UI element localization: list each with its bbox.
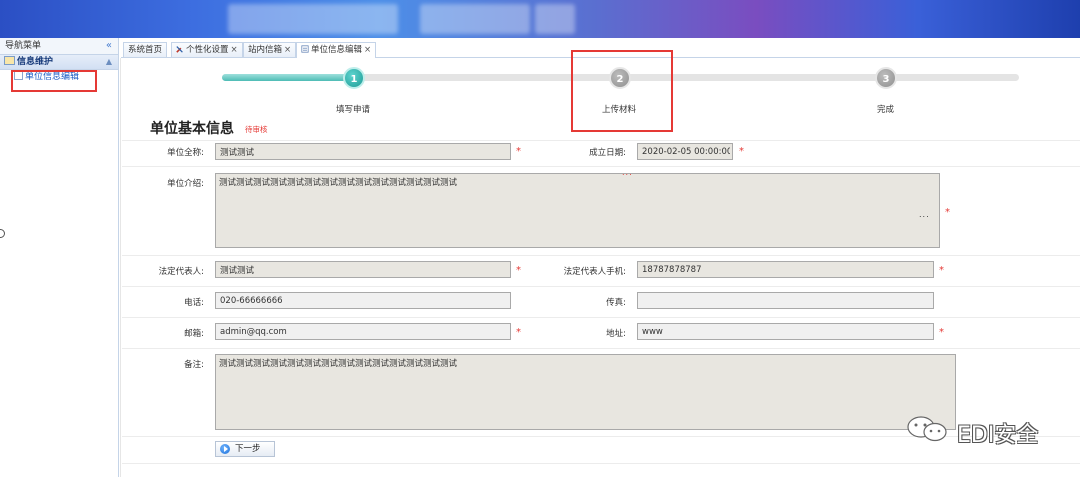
legal-rep-phone-input[interactable] — [637, 261, 934, 278]
sidebar-group-info-maintenance[interactable]: 信息维护 ▲ — [0, 55, 118, 70]
resize-dots: ... — [919, 210, 930, 219]
sidebar-header: 导航菜单 « — [0, 38, 118, 55]
phone-label: 电话: — [184, 298, 204, 308]
sidebar-title: 导航菜单 — [5, 41, 42, 51]
blurred-title-extra — [535, 4, 575, 34]
highlight-box-step — [571, 50, 673, 132]
chevron-up-icon[interactable]: ▲ — [106, 55, 112, 69]
sidebar-group-label: 信息维护 — [17, 57, 54, 67]
tab-personal-settings[interactable]: 个性化设置 × — [171, 42, 243, 57]
tab-home[interactable]: 系统首页 — [123, 42, 168, 57]
remark-textarea[interactable]: 测试测试测试测试测试测试测试测试测试测试测试测试测试测试 — [215, 354, 956, 430]
remark-label: 备注: — [184, 360, 204, 370]
tab-label: 站内信箱 — [248, 45, 283, 55]
step-1-indicator: 1 — [343, 67, 365, 89]
tab-inbox[interactable]: 站内信箱 × — [243, 42, 297, 57]
fax-input[interactable] — [637, 292, 934, 309]
close-icon[interactable]: × — [284, 45, 291, 55]
top-banner — [0, 0, 1080, 38]
full-name-label: 单位全称: — [167, 148, 204, 158]
tab-label: 单位信息编辑 — [311, 45, 363, 55]
row-divider — [122, 463, 1080, 464]
step-progress-fill — [222, 74, 350, 81]
row-divider — [122, 140, 1080, 141]
collapse-sidebar-icon[interactable]: « — [106, 38, 112, 54]
email-label: 邮箱: — [184, 329, 204, 339]
form-title: 单位基本信息 — [150, 121, 234, 137]
resize-dots: ... — [622, 168, 633, 177]
blurred-title — [420, 4, 530, 34]
row-divider — [122, 286, 1080, 287]
legal-rep-phone-label: 法定代表人手机: — [563, 267, 626, 277]
required-mark: * — [516, 265, 521, 276]
row-divider — [122, 166, 1080, 167]
fax-label: 传真: — [606, 298, 626, 308]
next-step-label: 下一步 — [235, 444, 261, 454]
form-icon — [301, 45, 309, 53]
address-label: 地址: — [606, 329, 626, 339]
close-icon[interactable]: × — [364, 45, 371, 55]
legal-rep-label: 法定代表人: — [158, 267, 204, 277]
step-3-label: 完成 — [877, 105, 895, 115]
address-input[interactable] — [637, 323, 934, 340]
wechat-icon — [907, 416, 947, 442]
step-3-indicator: 3 — [875, 67, 897, 89]
full-name-input[interactable] — [215, 143, 511, 160]
watermark: EDI安全 — [905, 415, 1038, 448]
sidebar: 导航菜单 « 信息维护 ▲ 单位信息编辑 — [0, 38, 119, 477]
tab-label: 系统首页 — [128, 45, 163, 55]
arrow-right-icon — [220, 444, 230, 454]
intro-label: 单位介绍: — [167, 179, 204, 189]
tab-label: 个性化设置 — [186, 45, 229, 55]
folder-icon — [4, 56, 15, 65]
content-divider — [120, 58, 121, 477]
email-input[interactable] — [215, 323, 511, 340]
legal-rep-input[interactable] — [215, 261, 511, 278]
row-divider — [122, 348, 1080, 349]
row-divider — [122, 317, 1080, 318]
status-badge: 待审核 — [245, 125, 268, 134]
wrench-icon — [176, 46, 183, 53]
required-mark: * — [945, 207, 950, 218]
blurred-logo — [228, 4, 398, 34]
established-date-label: 成立日期: — [589, 148, 626, 158]
required-mark: * — [516, 327, 521, 338]
next-step-button[interactable]: 下一步 — [215, 441, 275, 457]
required-mark: * — [739, 146, 744, 157]
phone-input[interactable] — [215, 292, 511, 309]
watermark-text: EDI安全 — [957, 423, 1039, 448]
close-icon[interactable]: × — [231, 45, 238, 55]
required-mark: * — [939, 327, 944, 338]
highlight-box-sidebar — [11, 70, 97, 92]
required-mark: * — [516, 146, 521, 157]
established-date-input[interactable] — [637, 143, 733, 160]
tab-unit-info-edit[interactable]: 单位信息编辑 × — [296, 42, 377, 58]
intro-textarea[interactable]: 测试测试测试测试测试测试测试测试测试测试测试测试测试测试 — [215, 173, 940, 248]
row-divider — [122, 255, 1080, 256]
step-1-label: 填写申请 — [336, 105, 371, 115]
required-mark: * — [939, 265, 944, 276]
